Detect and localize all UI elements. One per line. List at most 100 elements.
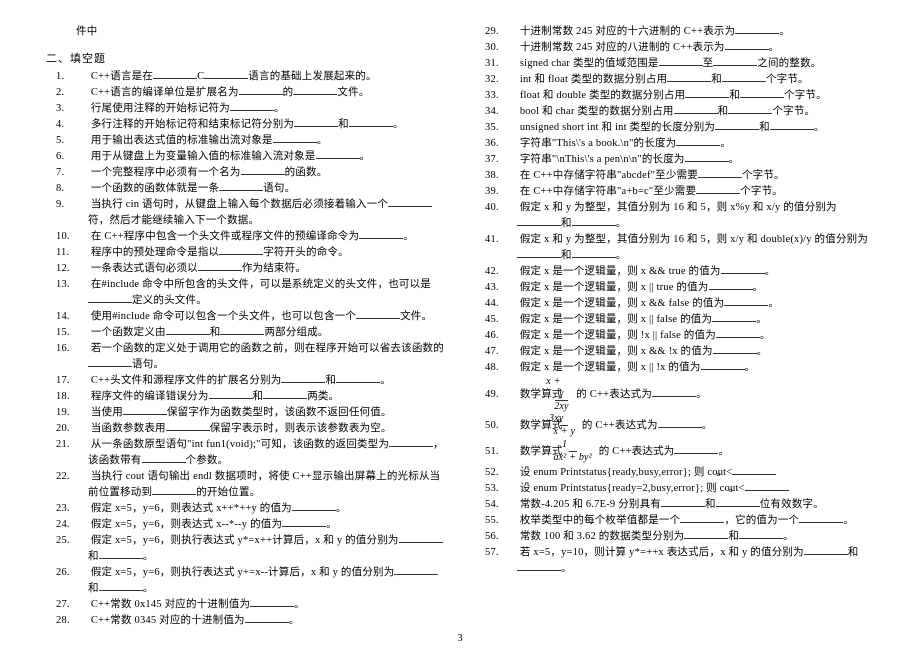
question-item: 12. 一条表达式语句必须以作为结束符。 <box>58 261 445 277</box>
left-question-list: 1. C++语言是在C语言的基础上发展起来的。2. C++语言的编译单位是扩展名… <box>46 69 445 629</box>
question-item: 23. 假定 x=5，y=6，则表达式 x++*++y 的值为。 <box>58 501 445 517</box>
question-number: 50. <box>501 413 517 439</box>
question-number: 9. <box>72 197 88 213</box>
question-item: 8. 一个函数的函数体就是一条语句。 <box>58 181 445 197</box>
question-item: 11. 程序中的预处理命令是指以字符开头的命令。 <box>58 245 445 261</box>
question-number: 39. <box>501 184 517 200</box>
question-number: 6. <box>72 149 88 165</box>
question-number: 43. <box>501 280 517 296</box>
question-number: 54. <box>501 497 517 513</box>
question-number: 41. <box>501 232 517 248</box>
question-item: 4. 多行注释的开始标记符和结束标记符分别为和。 <box>58 117 445 133</box>
question-item: 22. 当执行 cout 语句输出 endl 数据项时，将使 C++显示输出屏幕… <box>58 469 445 501</box>
question-number: 35. <box>501 120 517 136</box>
question-number: 36. <box>501 136 517 152</box>
question-number: 3. <box>72 101 88 117</box>
question-number: 37. <box>501 152 517 168</box>
question-number: 23. <box>72 501 88 517</box>
question-number: 22. <box>72 469 88 485</box>
question-item: 55. 枚举类型中的每个枚举值都是一个，它的值为一个。 <box>487 513 874 529</box>
question-item: 14. 使用#include 命令可以包含一个头文件，也可以包含一个文件。 <box>58 309 445 325</box>
question-number: 47. <box>501 344 517 360</box>
question-item: 9. 当执行 cin 语句时，从键盘上输入每个数据后必须接着输入一个符，然后才能… <box>58 197 445 229</box>
question-item: 2. C++语言的编译单位是扩展名为的文件。 <box>58 85 445 101</box>
question-number: 25. <box>72 533 88 549</box>
question-item: 45. 假定 x 是一个逻辑量，则 x || false 的值为。 <box>487 312 874 328</box>
question-number: 45. <box>501 312 517 328</box>
question-item: 43. 假定 x 是一个逻辑量，则 x || true 的值为。 <box>487 280 874 296</box>
question-number: 26. <box>72 565 88 581</box>
question-number: 57. <box>501 545 517 561</box>
fraction-numerator: 3xy <box>560 413 568 426</box>
question-number: 49. <box>501 382 517 408</box>
question-number: 19. <box>72 405 88 421</box>
question-number: 56. <box>501 529 517 545</box>
question-number: 11. <box>72 245 88 261</box>
page-number: 3 <box>0 633 920 644</box>
fraction-numerator: x + y <box>555 376 568 401</box>
question-item: 20. 当函数参数表用保留字表示时，则表示该参数表为空。 <box>58 421 445 437</box>
fraction-numerator: 1 <box>569 439 577 452</box>
question-number: 33. <box>501 88 517 104</box>
question-item: 6. 用于从键盘上为变量输入值的标准输入流对象是。 <box>58 149 445 165</box>
fraction-denominator: 2xy <box>565 401 573 413</box>
question-item: 42. 假定 x 是一个逻辑量，则 x && true 的值为。 <box>487 264 874 280</box>
question-item: 57. 若 x=5，y=10，则计算 y*=++x 表达式后，x 和 y 的值分… <box>487 545 874 577</box>
right-column: 29. 十进制常数 245 对应的十六进制的 C++表示为。30. 十进制常数 … <box>475 24 874 644</box>
question-item: 54. 常数-4.205 和 6.7E-9 分别具有和位有效数字。 <box>487 497 874 513</box>
right-after-list: 52. 设 enum Printstatus{ready,busy,error}… <box>475 465 874 577</box>
formula-question-item: 50. 数学算式 3xyx + y 的 C++表达式为。 <box>487 413 874 439</box>
question-number: 10. <box>72 229 88 245</box>
question-number: 32. <box>501 72 517 88</box>
question-item: 36. 字符串"This\'s a book.\n"的长度为。 <box>487 136 874 152</box>
question-number: 2. <box>72 85 88 101</box>
question-number: 1. <box>72 69 88 85</box>
question-item: 33. float 和 double 类型的数据分别占用和个字节。 <box>487 88 874 104</box>
question-item: 5. 用于输出表达式值的标准输出流对象是。 <box>58 133 445 149</box>
question-number: 20. <box>72 421 88 437</box>
question-item: 46. 假定 x 是一个逻辑量，则 !x || false 的值为。 <box>487 328 874 344</box>
question-number: 40. <box>501 200 517 216</box>
question-number: 14. <box>72 309 88 325</box>
question-number: 48. <box>501 360 517 376</box>
question-item: 56. 常数 100 和 3.62 的数据类型分别为和。 <box>487 529 874 545</box>
question-item: 39. 在 C++中存储字符串"a+b=c"至少需要个字节。 <box>487 184 874 200</box>
right-question-list: 29. 十进制常数 245 对应的十六进制的 C++表示为。30. 十进制常数 … <box>475 24 874 376</box>
question-item: 24. 假定 x=5，y=6，则表达式 x--*--y 的值为。 <box>58 517 445 533</box>
question-number: 8. <box>72 181 88 197</box>
question-item: 29. 十进制常数 245 对应的十六进制的 C++表示为。 <box>487 24 874 40</box>
question-item: 7. 一个完整程序中必须有一个名为的函数。 <box>58 165 445 181</box>
question-number: 46. <box>501 328 517 344</box>
fraction-denominator: x + y <box>565 426 579 438</box>
question-item: 38. 在 C++中存储字符串"abcdef"至少需要个字节。 <box>487 168 874 184</box>
question-number: 16. <box>72 341 88 357</box>
question-number: 17. <box>72 373 88 389</box>
fraction: x + y2xy <box>565 376 573 413</box>
question-number: 4. <box>72 117 88 133</box>
question-item: 32. int 和 float 类型的数据分别占用和个字节。 <box>487 72 874 88</box>
top-fragment: 件中 <box>46 24 445 40</box>
question-number: 53. <box>501 481 517 497</box>
question-item: 27. C++常数 0x145 对应的十进制值为。 <box>58 597 445 613</box>
question-number: 34. <box>501 104 517 120</box>
question-item: 31. signed char 类型的值域范围是至之间的整数。 <box>487 56 874 72</box>
question-number: 44. <box>501 296 517 312</box>
document-page: 件中 二、填空题 1. C++语言是在C语言的基础上发展起来的。2. C++语言… <box>0 0 920 652</box>
question-item: 3. 行尾使用注释的开始标记符为。 <box>58 101 445 117</box>
question-item: 18. 程序文件的编译错误分为和两类。 <box>58 389 445 405</box>
question-number: 55. <box>501 513 517 529</box>
question-item: 25. 假定 x=5，y=6，则执行表达式 y*=x++计算后，x 和 y 的值… <box>58 533 445 565</box>
two-column-layout: 件中 二、填空题 1. C++语言是在C语言的基础上发展起来的。2. C++语言… <box>46 24 874 644</box>
formula-question-list: 49. 数学算式 x + y2xy 的 C++表达式为。50. 数学算式 3xy… <box>475 376 874 465</box>
question-number: 31. <box>501 56 517 72</box>
question-number: 15. <box>72 325 88 341</box>
fraction-denominator: ax² + by² <box>565 452 595 464</box>
left-column: 件中 二、填空题 1. C++语言是在C语言的基础上发展起来的。2. C++语言… <box>46 24 445 644</box>
question-item: 13. 在#include 命令中所包含的头文件，可以是系统定义的头文件，也可以… <box>58 277 445 309</box>
question-number: 21. <box>72 437 88 453</box>
question-item: 40. 假定 x 和 y 为整型，其值分别为 16 和 5，则 x%y 和 x/… <box>487 200 874 232</box>
question-number: 27. <box>72 597 88 613</box>
question-item: 19. 当使用保留字作为函数类型时，该函数不返回任何值。 <box>58 405 445 421</box>
question-number: 28. <box>72 613 88 629</box>
question-item: 52. 设 enum Printstatus{ready,busy,error}… <box>487 465 874 481</box>
